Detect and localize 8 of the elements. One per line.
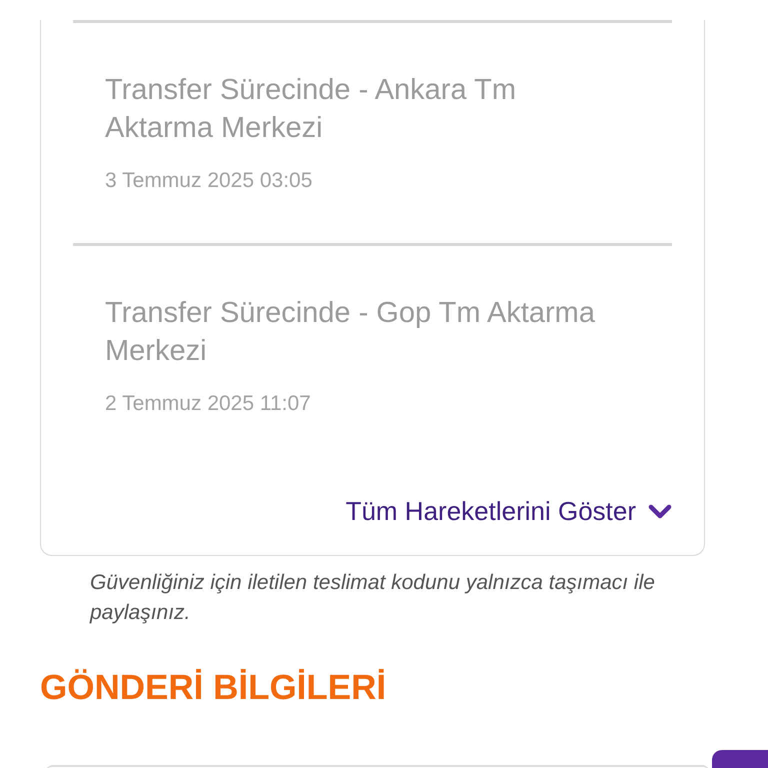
chevron-down-icon [648,504,672,520]
security-note: Güvenliğiniz için iletilen teslimat kodunu yalnızca taşımacı ile paylaşınız. [90,570,656,626]
event-title: Transfer Sürecinde - Ankara Tm Aktarma Merkezi [105,73,517,146]
event-date: 2 Temmuz 2025 11:07 [105,392,312,416]
event-title: Transfer Sürecinde - Gop Tm Aktarma Merkezi [105,296,596,369]
event-date: 3 Temmuz 2025 03:05 [105,169,314,193]
show-all-link[interactable]: Tüm Hareketlerini Göster [346,496,672,527]
section-heading: GÖNDERİ BİLGİLERİ [40,668,388,708]
